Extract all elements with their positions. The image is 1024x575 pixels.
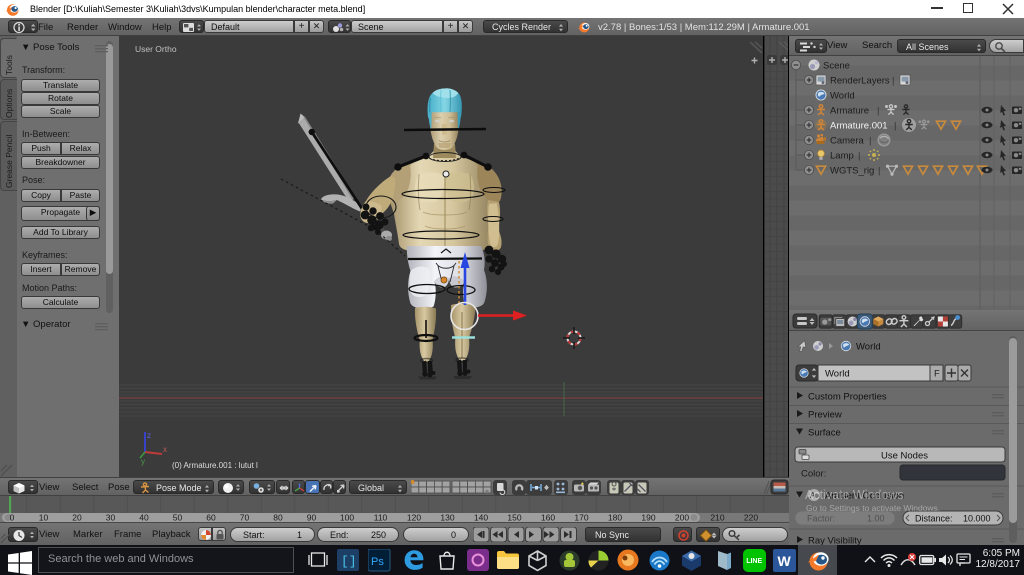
svg-text:110: 110 xyxy=(374,513,388,522)
svg-text:F: F xyxy=(934,369,940,380)
svg-text:50: 50 xyxy=(173,513,183,522)
svg-text:140: 140 xyxy=(474,513,488,522)
svg-text:210: 210 xyxy=(710,513,724,522)
svg-text:Armature: Armature xyxy=(830,106,869,117)
svg-text:|: | xyxy=(878,166,880,177)
svg-text:WGTS_rig: WGTS_rig xyxy=(830,166,874,177)
svg-text:90: 90 xyxy=(307,513,317,522)
svg-text:[]: [] xyxy=(341,554,357,569)
svg-text:y: y xyxy=(141,457,145,466)
svg-text:0: 0 xyxy=(10,513,15,522)
svg-text:30: 30 xyxy=(106,513,116,522)
svg-text:Camera: Camera xyxy=(830,136,865,147)
svg-text:170: 170 xyxy=(574,513,588,522)
svg-text:Lamp: Lamp xyxy=(830,151,854,162)
svg-text:Distance:: Distance: xyxy=(915,514,953,524)
svg-text:20: 20 xyxy=(72,513,82,522)
svg-text:1.00: 1.00 xyxy=(867,514,885,524)
svg-text:|: | xyxy=(892,76,894,87)
svg-text:Armature.001: Armature.001 xyxy=(830,121,888,132)
svg-text:180: 180 xyxy=(608,513,622,522)
svg-text:World: World xyxy=(856,342,881,353)
svg-text:|: | xyxy=(869,136,871,147)
svg-text:190: 190 xyxy=(641,513,655,522)
svg-text:130: 130 xyxy=(440,513,454,522)
svg-text:x: x xyxy=(163,445,167,454)
svg-text:Custom Properties: Custom Properties xyxy=(808,392,887,403)
svg-text:LINE: LINE xyxy=(746,558,762,565)
svg-text:z: z xyxy=(147,431,151,440)
svg-text:10: 10 xyxy=(39,513,49,522)
svg-text:60: 60 xyxy=(206,513,216,522)
svg-text:Scene: Scene xyxy=(823,61,850,72)
svg-text:RenderLayers: RenderLayers xyxy=(830,76,890,87)
svg-text:80: 80 xyxy=(273,513,283,522)
svg-text:Preview: Preview xyxy=(808,410,842,421)
svg-text:World: World xyxy=(825,369,850,380)
svg-text:World: World xyxy=(830,91,855,102)
svg-text:10.000: 10.000 xyxy=(963,514,991,524)
svg-text:Ray Visibility: Ray Visibility xyxy=(808,536,862,546)
svg-text:Ps: Ps xyxy=(371,556,384,568)
svg-text:|: | xyxy=(894,121,896,132)
svg-text:W: W xyxy=(778,553,792,569)
svg-text:Color:: Color: xyxy=(801,469,826,480)
svg-text:Surface: Surface xyxy=(808,428,841,439)
svg-text:120: 120 xyxy=(407,513,421,522)
svg-text:Use Nodes: Use Nodes xyxy=(881,451,928,462)
svg-text:Factor:: Factor: xyxy=(807,514,835,524)
svg-text:|: | xyxy=(858,151,860,162)
svg-text:160: 160 xyxy=(541,513,555,522)
svg-text:150: 150 xyxy=(507,513,521,522)
svg-text:70: 70 xyxy=(240,513,250,522)
svg-text:|: | xyxy=(877,106,879,117)
svg-text:100: 100 xyxy=(340,513,354,522)
svg-text:220: 220 xyxy=(744,513,758,522)
svg-text:40: 40 xyxy=(139,513,149,522)
svg-text:200: 200 xyxy=(675,513,689,522)
